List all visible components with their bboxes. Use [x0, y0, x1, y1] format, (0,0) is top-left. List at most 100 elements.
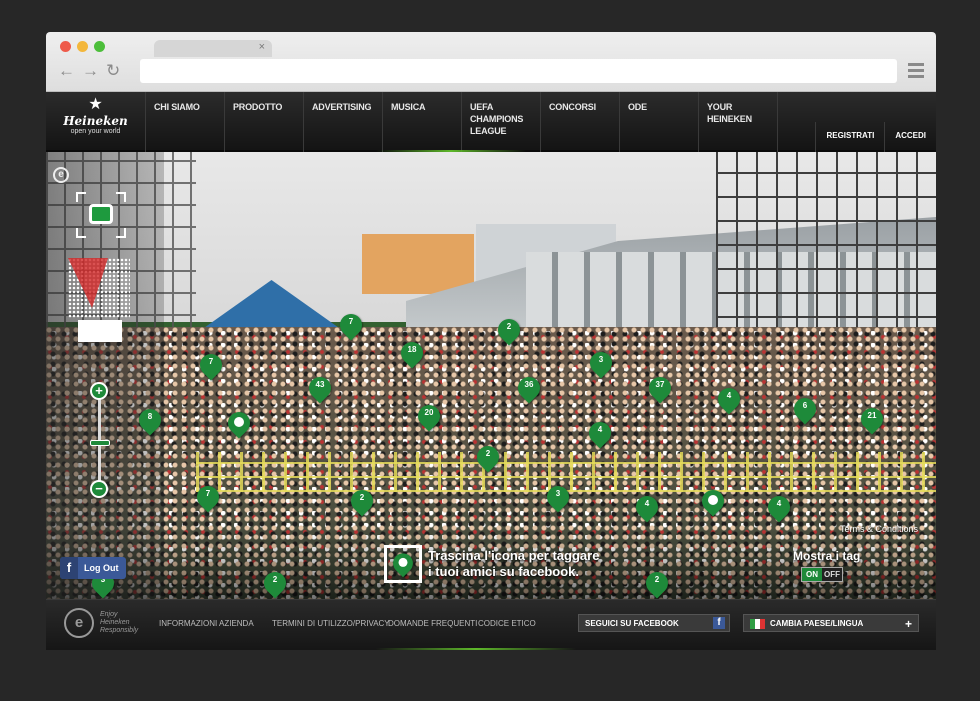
friend-tag-marker[interactable]: 4: [631, 491, 663, 524]
address-bar[interactable]: [140, 59, 897, 83]
friend-tag-marker[interactable]: 36: [513, 372, 545, 405]
menu-item-champions-league[interactable]: UEFA Champions League: [462, 92, 541, 152]
tag-count: 2: [359, 493, 365, 502]
tag-count: 2: [272, 575, 278, 584]
menu-item-prodotto[interactable]: Prodotto: [225, 92, 304, 152]
friend-tag-marker[interactable]: 7: [195, 349, 227, 382]
menu-item-ode[interactable]: Ode: [620, 92, 699, 152]
friend-tag-marker[interactable]: 4: [713, 383, 745, 416]
friend-tag-marker[interactable]: 21: [856, 403, 888, 436]
menu-item-your-heineken[interactable]: Your Heineken: [699, 92, 778, 152]
menu-item-advertising[interactable]: Advertising: [304, 92, 383, 152]
friend-tag-marker[interactable]: [223, 407, 255, 440]
register-link[interactable]: REGISTRATI: [815, 122, 884, 152]
maximize-dot-icon[interactable]: [94, 41, 105, 52]
tag-count: 37: [655, 380, 665, 389]
zoom-in-button[interactable]: +: [90, 382, 108, 400]
menu-item-chi-siamo[interactable]: Chi siamo: [146, 92, 225, 152]
footer-link-faq[interactable]: DOMANDE FREQUENTI: [388, 619, 477, 628]
friend-tag-marker[interactable]: [697, 485, 729, 518]
tag-count: 2: [506, 322, 512, 331]
follow-facebook-button[interactable]: SEGUICI SU FACEBOOK f: [578, 614, 730, 632]
friend-tag-marker[interactable]: 2: [472, 441, 504, 474]
forward-icon[interactable]: →: [82, 62, 99, 80]
login-link[interactable]: ACCEDI: [884, 122, 936, 152]
tag-count: 4: [776, 499, 782, 508]
show-tags-control: Mostra i tag ON OFF: [793, 549, 860, 582]
zoom-slider[interactable]: + −: [90, 382, 110, 500]
logout-button[interactable]: f Log Out: [60, 557, 126, 579]
logout-label: Log Out: [84, 563, 119, 573]
reload-icon[interactable]: ↻: [106, 62, 120, 80]
enjoy-text-2: Heineken: [100, 619, 130, 626]
enjoy-responsibly-logo[interactable]: e Enjoy Heineken Responsibly: [64, 608, 138, 638]
back-icon[interactable]: ←: [58, 62, 75, 80]
tag-count: 36: [524, 380, 534, 389]
friend-tag-marker[interactable]: 20: [413, 400, 445, 433]
window-controls: [60, 41, 105, 52]
menu-item-concorsi[interactable]: Concorsi: [541, 92, 620, 152]
friend-tag-marker[interactable]: 2: [259, 567, 291, 599]
fullscreen-icon[interactable]: [76, 192, 126, 238]
friend-tag-marker[interactable]: 37: [644, 372, 676, 405]
tag-empty-icon: [708, 495, 718, 505]
close-dot-icon[interactable]: [60, 41, 71, 52]
zoom-thumb[interactable]: [90, 440, 110, 446]
change-country-language-button[interactable]: CAMBIA PAESE/LINGUA +: [743, 614, 919, 632]
enjoy-text-3: Responsibly: [100, 627, 139, 634]
friend-tag-marker[interactable]: 3: [585, 347, 617, 380]
follow-facebook-label: SEGUICI SU FACEBOOK: [585, 619, 679, 628]
footer-link-terms-privacy[interactable]: TERMINI DI UTILIZZO/PRIVACY: [272, 619, 390, 628]
friend-tag-marker[interactable]: 2: [641, 567, 673, 599]
change-country-label: CAMBIA PAESE/LINGUA: [770, 619, 864, 628]
tag-marker-icon: [388, 549, 418, 578]
heineken-logo[interactable]: ★ Heineken open your world: [46, 92, 146, 152]
footer-link-company-info[interactable]: INFORMAZIONI AZIENDA: [159, 619, 254, 628]
tag-count: 3: [598, 355, 604, 364]
zoom-out-button[interactable]: −: [90, 480, 108, 498]
friend-tag-marker[interactable]: 7: [192, 481, 224, 514]
brand-tagline: open your world: [70, 128, 121, 135]
minimize-dot-icon[interactable]: [77, 41, 88, 52]
friend-tag-marker[interactable]: 2: [493, 314, 525, 347]
facebook-icon: f: [60, 557, 78, 579]
enjoy-text-1: Enjoy: [100, 611, 118, 618]
drag-tag-icon[interactable]: [384, 545, 422, 583]
friend-tag-marker[interactable]: 4: [763, 491, 795, 524]
friend-tag-marker[interactable]: 6: [789, 393, 821, 426]
friend-tag-marker[interactable]: 3: [542, 481, 574, 514]
tab-close-icon[interactable]: ×: [259, 41, 265, 53]
menu-item-musica[interactable]: Musica: [383, 92, 462, 152]
terms-link[interactable]: Terms & Conditions: [840, 524, 918, 534]
browser-window: × ← → ↻ ★ Heineken open your world Chi s…: [46, 32, 936, 650]
tag-count: 2: [485, 449, 491, 458]
friend-tag-marker[interactable]: 18: [396, 337, 428, 370]
tag-count: 3: [555, 489, 561, 498]
footer-link-ethics-code[interactable]: CODICE ETICO: [478, 619, 536, 628]
crowd-photo[interactable]: e + − 7 2 3 7 18 43 36 37 4 6 21 8 20 4 2 7 2 3 4 4 2 2 3 f Lo: [46, 152, 936, 599]
tag-count: 2: [654, 575, 660, 584]
toggle-off[interactable]: OFF: [822, 568, 842, 581]
friend-tag-marker[interactable]: 8: [134, 404, 166, 437]
friend-tag-marker[interactable]: 43: [304, 372, 336, 405]
friend-tag-marker[interactable]: 4: [584, 417, 616, 450]
enjoy-e-icon[interactable]: e: [53, 167, 69, 183]
italy-flag-icon: [750, 619, 765, 629]
tag-count: 7: [208, 357, 214, 366]
toggle-on[interactable]: ON: [802, 568, 822, 581]
friend-tag-marker[interactable]: 7: [335, 309, 367, 342]
tag-count: 18: [407, 345, 417, 354]
friend-tag-marker[interactable]: 2: [346, 485, 378, 518]
browser-tab[interactable]: ×: [154, 40, 272, 57]
drag-tag-hint: Trascina l'icona per taggare i tuoi amic…: [384, 545, 599, 583]
facebook-icon: f: [713, 617, 725, 629]
tag-count: 43: [315, 380, 325, 389]
footer: e Enjoy Heineken Responsibly INFORMAZION…: [46, 599, 936, 650]
hamburger-menu-icon[interactable]: [908, 63, 924, 81]
show-tags-toggle[interactable]: ON OFF: [801, 567, 843, 582]
top-navigation: ★ Heineken open your world Chi siamo Pro…: [46, 92, 936, 152]
tag-count: 4: [726, 391, 732, 400]
enjoy-logo-icon: e: [64, 608, 94, 638]
drag-hint-line-1: Trascina l'icona per taggare: [428, 548, 600, 563]
tag-count: 4: [644, 499, 650, 508]
